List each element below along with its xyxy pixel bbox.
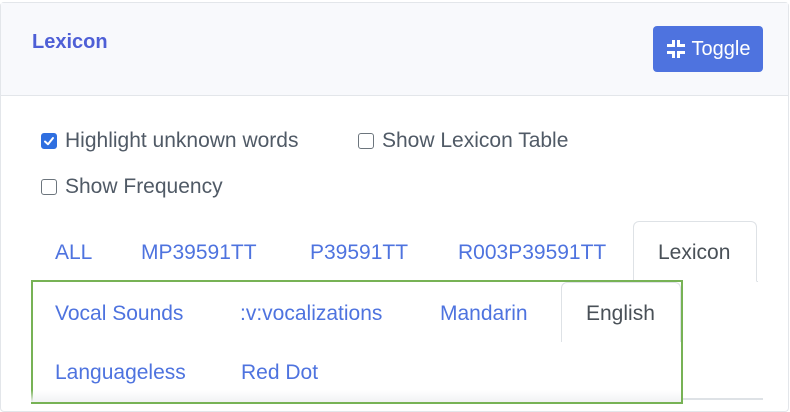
show-frequency-option[interactable]: Show Frequency [41, 175, 223, 199]
tab-all[interactable]: ALL [55, 241, 92, 265]
tab-r003p39591tt[interactable]: R003P39591TT [458, 241, 606, 265]
highlight-unknown-label: Highlight unknown words [65, 129, 299, 152]
toggle-label: Toggle [691, 37, 751, 60]
subtab-languageless[interactable]: Languageless [55, 361, 186, 385]
show-lexicon-table-label: Show Lexicon Table [382, 129, 569, 152]
card-title: Lexicon [32, 31, 108, 53]
subtab-vocalizations[interactable]: :v:vocalizations [240, 302, 382, 326]
tab-mp39591tt[interactable]: MP39591TT [141, 241, 257, 265]
subtabs-divider-fragment [683, 398, 763, 400]
tab-lexicon-label: Lexicon [658, 241, 731, 264]
highlight-unknown-checkbox[interactable] [41, 133, 57, 149]
show-lexicon-table-option[interactable]: Show Lexicon Table [358, 129, 568, 153]
tab-p39591tt[interactable]: P39591TT [310, 241, 408, 265]
subtab-vocal-sounds[interactable]: Vocal Sounds [55, 302, 183, 326]
subtab-red-dot[interactable]: Red Dot [241, 361, 318, 385]
show-frequency-label: Show Frequency [65, 175, 223, 198]
card-header: Lexicon Toggle [1, 3, 788, 96]
bottom-fade [31, 390, 681, 402]
highlight-unknown-option[interactable]: Highlight unknown words [41, 129, 298, 153]
show-lexicon-table-checkbox[interactable] [358, 133, 374, 149]
check-icon [44, 137, 54, 146]
show-frequency-checkbox[interactable] [41, 179, 57, 195]
compress-icon [666, 40, 685, 58]
subtab-english-label: English [586, 302, 655, 325]
toggle-button[interactable]: Toggle [653, 26, 763, 72]
subtab-mandarin[interactable]: Mandarin [440, 302, 528, 326]
